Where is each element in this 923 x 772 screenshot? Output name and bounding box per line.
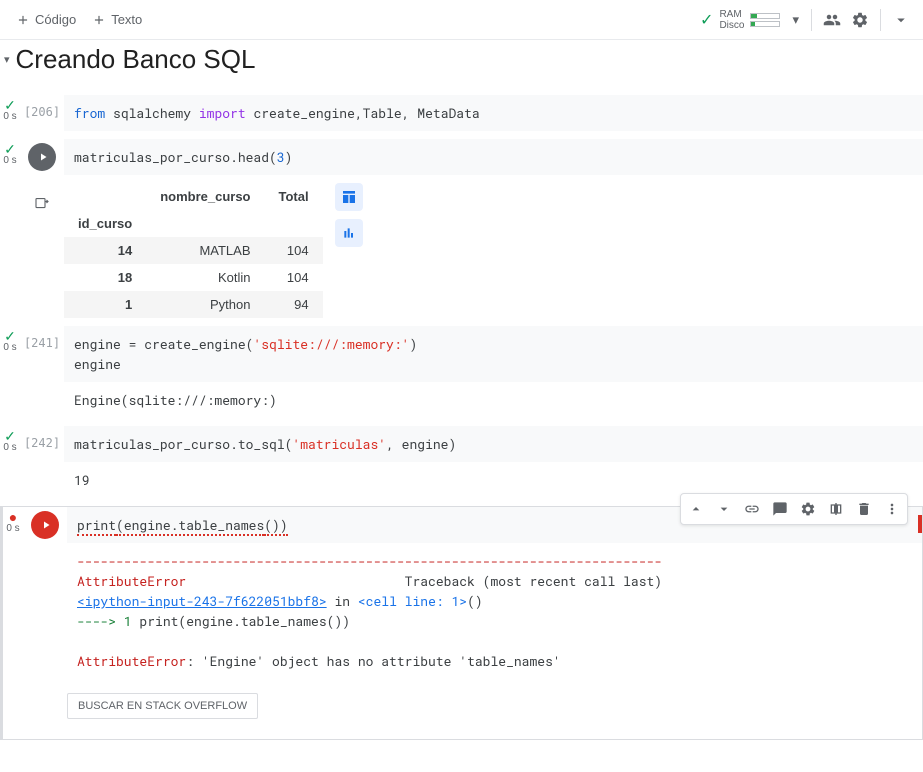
ram-label: RAM xyxy=(719,9,744,20)
link-icon[interactable] xyxy=(739,496,765,522)
code-cell: ✓ 0 s matriculas_por_curso.head(3) xyxy=(0,139,923,175)
run-cell-button[interactable] xyxy=(31,511,59,539)
code-input[interactable]: engine = create_engine('sqlite:///:memor… xyxy=(64,326,923,382)
add-code-button[interactable]: Código xyxy=(8,8,84,31)
check-icon: ✓ xyxy=(4,143,16,155)
section-header[interactable]: ▾ Creando Banco SQL xyxy=(0,40,923,87)
exec-count: [241] xyxy=(24,330,60,350)
index-name: id_curso xyxy=(64,210,146,237)
collapse-triangle-icon[interactable]: ▾ xyxy=(4,53,10,66)
traceback-output: ----------------------------------------… xyxy=(67,543,922,679)
disk-bar xyxy=(750,21,780,27)
cell-gutter: ✓ 0 s xyxy=(0,426,20,498)
plus-icon xyxy=(92,13,106,27)
cell-output-text: Engine(sqlite:///:memory:) xyxy=(64,382,923,418)
ram-bar xyxy=(750,13,780,19)
code-input[interactable]: from sqlalchemy import create_engine,Tab… xyxy=(64,95,923,131)
add-text-button[interactable]: Texto xyxy=(84,8,150,31)
exec-time: 0 s xyxy=(6,523,19,534)
code-cell: ✓ 0 s [242] matriculas_por_curso.to_sql(… xyxy=(0,426,923,498)
resource-indicator[interactable]: ✓ RAM Disco xyxy=(700,9,780,31)
table-row: 14MATLAB104 xyxy=(64,237,323,264)
code-input[interactable]: matriculas_por_curso.head(3) xyxy=(64,139,923,175)
top-toolbar: Código Texto ✓ RAM Disco ▾ xyxy=(0,0,923,40)
cell-gutter: ✓ 0 s xyxy=(0,95,20,131)
cell-toolbar xyxy=(680,493,908,525)
exec-time: 0 s xyxy=(3,442,16,453)
move-up-icon[interactable] xyxy=(683,496,709,522)
error-icon: ● xyxy=(9,511,17,523)
cell-gutter: ✓ 0 s xyxy=(0,139,20,175)
chevron-down-icon[interactable] xyxy=(889,8,913,32)
more-icon[interactable] xyxy=(879,496,905,522)
cell-gutter: ● 0 s xyxy=(3,507,23,739)
view-chart-icon[interactable] xyxy=(335,219,363,247)
exec-time: 0 s xyxy=(3,342,16,353)
delete-icon[interactable] xyxy=(851,496,877,522)
code-input[interactable]: matriculas_por_curso.to_sql('matriculas'… xyxy=(64,426,923,462)
plus-icon xyxy=(16,13,30,27)
view-table-icon[interactable] xyxy=(335,183,363,211)
dataframe-table: nombre_cursoTotal id_curso 14MATLAB104 1… xyxy=(64,183,323,318)
check-icon: ✓ xyxy=(700,10,713,30)
cell-output: nombre_cursoTotal id_curso 14MATLAB104 1… xyxy=(0,183,923,318)
check-icon: ✓ xyxy=(4,330,16,342)
exec-time: 0 s xyxy=(3,111,16,122)
divider xyxy=(811,9,812,31)
table-row: 18Kotlin104 xyxy=(64,264,323,291)
resource-dropdown-icon[interactable]: ▾ xyxy=(786,12,805,28)
search-stackoverflow-button[interactable]: BUSCAR EN STACK OVERFLOW xyxy=(67,693,258,719)
run-cell-button[interactable] xyxy=(28,143,56,171)
move-down-icon[interactable] xyxy=(711,496,737,522)
exec-time: 0 s xyxy=(3,155,16,166)
check-icon: ✓ xyxy=(4,430,16,442)
col-header: nombre_curso xyxy=(146,183,264,210)
comment-icon[interactable] xyxy=(767,496,793,522)
add-code-label: Código xyxy=(35,12,76,27)
cell-gutter: ✓ 0 s xyxy=(0,326,20,418)
output-collapse-icon[interactable] xyxy=(30,191,54,215)
table-row: 1Python94 xyxy=(64,291,323,318)
divider xyxy=(880,9,881,31)
settings-icon[interactable] xyxy=(848,8,872,32)
code-cell: ✓ 0 s [206] from sqlalchemy import creat… xyxy=(0,95,923,131)
code-cell-active: ● 0 s print(engine.table_names()) ------… xyxy=(0,506,923,740)
code-cell: ✓ 0 s [241] engine = create_engine('sqli… xyxy=(0,326,923,418)
cell-settings-icon[interactable] xyxy=(795,496,821,522)
error-marker xyxy=(918,515,922,533)
share-icon[interactable] xyxy=(820,8,844,32)
disk-label: Disco xyxy=(719,20,744,31)
add-text-label: Texto xyxy=(111,12,142,27)
exec-count: [242] xyxy=(24,430,60,450)
exec-count: [206] xyxy=(24,99,60,119)
mirror-icon[interactable] xyxy=(823,496,849,522)
section-title: Creando Banco SQL xyxy=(16,44,256,75)
traceback-link[interactable]: <ipython-input-243-7f622051bbf8> xyxy=(77,592,327,610)
check-icon: ✓ xyxy=(4,99,16,111)
col-header: Total xyxy=(265,183,323,210)
